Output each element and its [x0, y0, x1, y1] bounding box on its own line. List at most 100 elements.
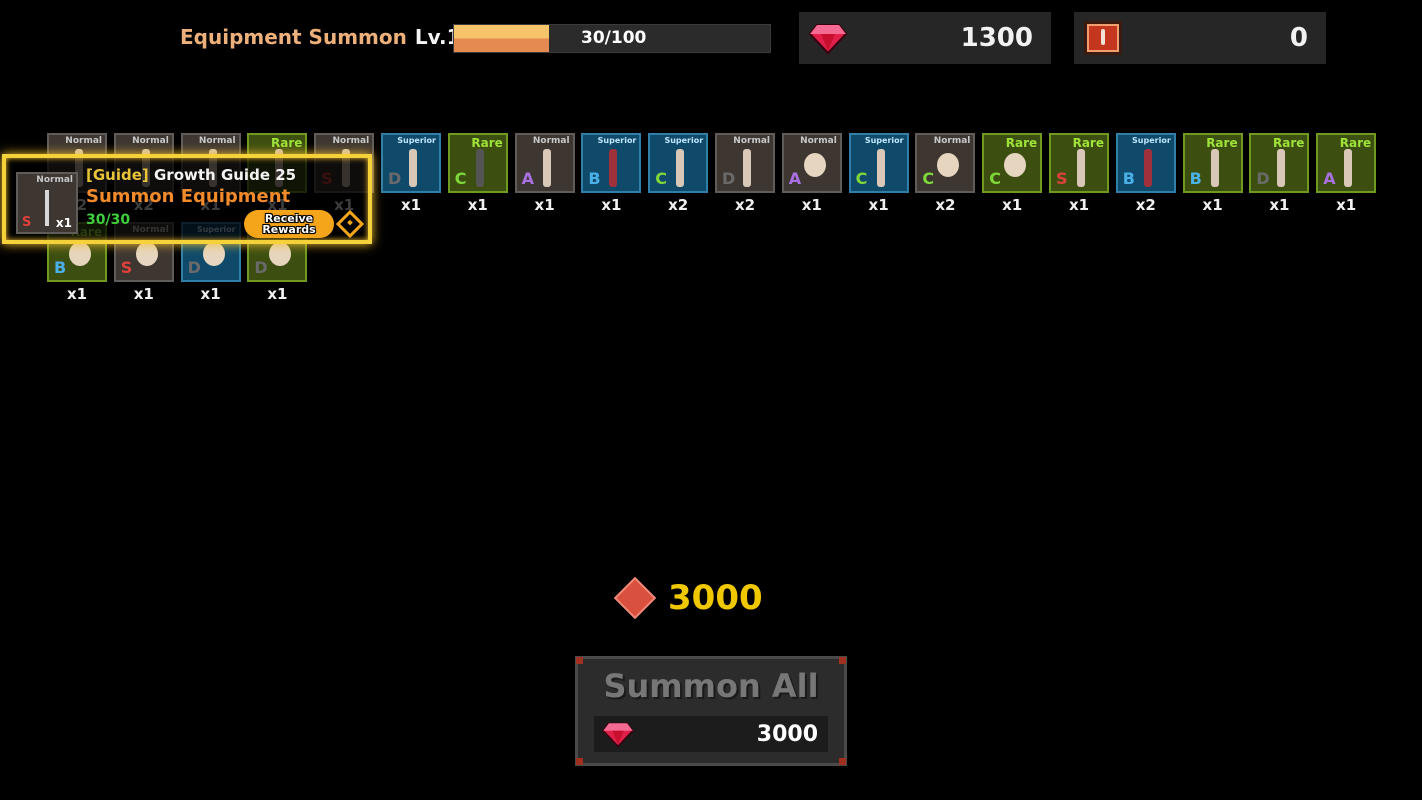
shield-icon — [269, 242, 292, 266]
rarity-label: Superior — [664, 136, 704, 145]
sword-icon — [1277, 149, 1286, 187]
summon-ticket-icon — [1084, 21, 1122, 55]
grade-label: C — [655, 169, 667, 188]
summon-all-label: Summon All — [603, 667, 819, 705]
rarity-label: Superior — [864, 136, 904, 145]
rarity-label: Normal — [332, 136, 370, 146]
item-count: x1 — [1269, 196, 1290, 214]
summon-all-cost-value: 3000 — [756, 721, 818, 747]
equipment-item[interactable]: Superior C — [648, 133, 709, 193]
grade-label: D — [187, 258, 201, 277]
grade-label: D — [1256, 169, 1270, 188]
grade-label: A — [788, 169, 802, 188]
grade-label: A — [521, 169, 534, 188]
grade-label: C — [855, 169, 868, 188]
item-count: x1 — [1002, 196, 1023, 214]
rarity-label: Normal — [36, 175, 73, 185]
guide-navigate-icon[interactable] — [335, 209, 365, 239]
receive-rewards-label: Receive Rewards — [262, 212, 316, 236]
guide-tag: [Guide] — [86, 166, 149, 184]
receive-rewards-button[interactable]: Receive Rewards — [244, 210, 334, 238]
equipment-item[interactable]: Normal A — [781, 133, 842, 193]
grade-label: A — [1323, 169, 1336, 188]
shield-icon — [937, 153, 960, 177]
shield-icon — [202, 242, 225, 266]
item-count: x1 — [267, 285, 288, 303]
equipment-item[interactable]: Rare A — [1316, 133, 1377, 193]
grade-label: B — [1122, 169, 1135, 188]
red-crystal-icon — [613, 576, 657, 620]
gem-icon — [602, 722, 634, 748]
corner-rivet — [576, 758, 583, 765]
equipment-item[interactable]: Rare C — [982, 133, 1043, 193]
item-count: x1 — [467, 196, 488, 214]
item-count: x1 — [200, 285, 221, 303]
gem-count: 1300 — [960, 23, 1033, 53]
rarity-label: Superior — [597, 136, 637, 145]
item-count: x1 — [1336, 196, 1357, 214]
sword-icon — [542, 149, 551, 187]
grade-label: C — [454, 169, 467, 188]
shield-icon — [69, 242, 91, 266]
sword-icon — [45, 190, 49, 226]
sword-icon — [876, 149, 885, 187]
shield-icon — [1004, 153, 1027, 177]
rarity-label: Normal — [800, 136, 837, 146]
equipment-item[interactable]: Superior B — [581, 133, 642, 193]
equipment-item[interactable]: Superior B — [1115, 133, 1176, 193]
grade-label: D — [388, 169, 402, 188]
equipment-item[interactable]: Superior C — [848, 133, 909, 193]
corner-rivet — [839, 657, 846, 664]
item-count: x1 — [601, 196, 622, 214]
gem-currency: 1300 — [799, 12, 1051, 64]
progress-text: 30/100 — [581, 28, 647, 48]
grade-label: S — [22, 215, 32, 230]
title-text: Equipment Summon — [180, 25, 407, 49]
rarity-label: Rare — [1005, 136, 1038, 150]
summon-all-cost: 3000 — [594, 716, 828, 752]
equipment-item[interactable]: Normal A — [514, 133, 575, 193]
item-count: x1 — [1202, 196, 1223, 214]
grade-label: D — [722, 169, 736, 188]
grade-label: S — [120, 258, 133, 277]
grade-label: D — [254, 258, 268, 277]
guide-task: Summon Equipment — [86, 186, 291, 207]
rarity-label: Superior — [1132, 136, 1171, 145]
scythe-icon — [475, 149, 484, 187]
item-count: x2 — [734, 196, 756, 214]
summon-all-button[interactable]: Summon All 3000 — [575, 656, 847, 766]
rarity-label: Normal — [933, 136, 971, 146]
equipment-item[interactable]: Rare C — [447, 133, 508, 193]
equipment-item[interactable]: Rare D — [1249, 133, 1310, 193]
item-count: x2 — [668, 196, 689, 214]
item-count: x1 — [400, 196, 422, 214]
shield-icon — [135, 242, 158, 266]
grade-label: S — [1056, 169, 1068, 188]
summon-cost-value: 3000 — [668, 578, 763, 618]
grade-label: B — [54, 258, 67, 277]
equipment-item[interactable]: Rare S — [1049, 133, 1109, 193]
equipment-item[interactable]: Rare B — [1182, 133, 1243, 193]
item-count: x1 — [133, 285, 154, 303]
equipment-item[interactable]: Normal C — [915, 133, 976, 193]
summon-level-progress-bar: 30/100 — [453, 24, 771, 53]
sword-icon — [409, 149, 417, 187]
corner-rivet — [576, 657, 583, 664]
sword-icon — [1344, 149, 1353, 187]
summon-cost-display: 3000 — [613, 576, 763, 620]
guide-quest-popup[interactable]: Normal S x1 [Guide] Growth Guide 25 Summ… — [2, 154, 372, 244]
sword-icon — [1077, 149, 1085, 187]
ticket-count: 0 — [1289, 23, 1308, 53]
equipment-item[interactable]: Normal D — [715, 133, 775, 193]
shield-icon — [803, 153, 826, 177]
guide-reward-item: Normal S x1 — [16, 172, 78, 234]
item-count: x2 — [935, 196, 956, 214]
guide-name: Growth Guide 25 — [154, 166, 297, 184]
item-count: x1 — [66, 285, 88, 303]
equipment-item[interactable]: Superior D — [381, 133, 441, 193]
greatsword-icon — [1143, 149, 1152, 187]
item-count: x1 — [868, 196, 889, 214]
rarity-label: Rare — [1272, 136, 1305, 150]
rarity-label: Rare — [1072, 136, 1104, 150]
grade-label: C — [989, 169, 1001, 188]
